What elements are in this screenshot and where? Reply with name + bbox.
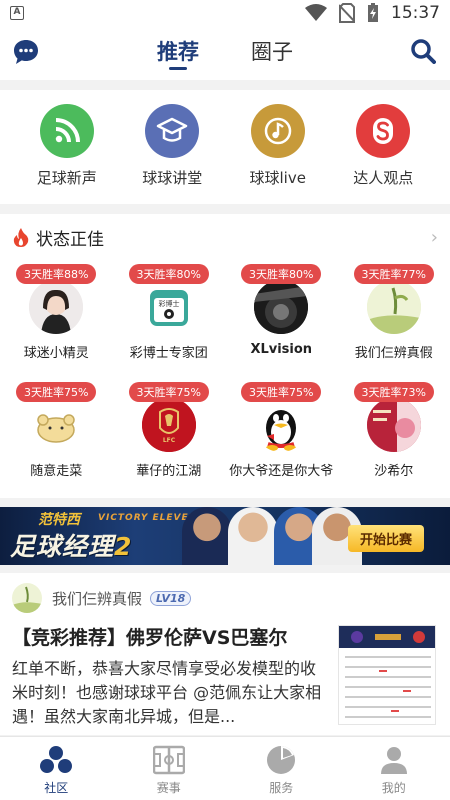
app-notification-icon: A [10, 6, 24, 20]
shortcut-label: 达人观点 [353, 169, 414, 187]
banner-player-image [228, 507, 278, 565]
user-icon [380, 747, 407, 774]
community-icon [40, 746, 73, 773]
section-title: 状态正佳 [36, 229, 104, 250]
banner-top-text: 范特西 [38, 512, 80, 528]
avatar [254, 280, 309, 334]
user-name: 華仔的江湖 [136, 464, 202, 479]
win-rate-badge: 3天胜率80% [241, 264, 322, 284]
top-tabs: 推荐 圈子 [0, 26, 450, 80]
banner-sub-text: VICTORY ELEVEN [98, 513, 198, 523]
shortcut-row: 足球新声 球球讲堂 球球live 达人观点 [0, 90, 450, 204]
nav-profile[interactable]: 我的 [338, 737, 450, 800]
avatar [29, 398, 84, 452]
user-name: 球迷小精灵 [23, 346, 89, 361]
post-title: 【竞彩推荐】佛罗伦萨VS巴塞尔 [12, 627, 288, 649]
user-name: XLvision [250, 342, 313, 357]
post-author-name: 我们仨辨真假 [52, 589, 143, 608]
svg-text:LFC: LFC [163, 437, 176, 444]
avatar [12, 583, 42, 613]
hot-user-card[interactable]: 3天胜率75% LFC 華仔的江湖 [113, 378, 226, 496]
user-name: 我们仨辨真假 [354, 346, 433, 361]
nav-label: 赛事 [156, 781, 181, 795]
start-game-button[interactable]: 开始比赛 [347, 525, 424, 552]
nav-label: 社区 [44, 781, 69, 795]
shortcut-label: 足球新声 [36, 169, 97, 187]
hot-user-card[interactable]: 3天胜率75% 随意走菜 [0, 378, 113, 496]
tab-recommend[interactable]: 推荐 [157, 26, 199, 80]
user-name: 随意走菜 [30, 464, 83, 479]
shortcut-expert-views[interactable]: 达人观点 [333, 90, 433, 204]
avatar [254, 398, 309, 452]
avatar: LFC [141, 398, 196, 452]
shortcut-lecture[interactable]: 球球讲堂 [122, 90, 222, 204]
search-icon[interactable] [410, 38, 436, 64]
banner-title-text: 足球经理 [10, 532, 115, 561]
hot-user-card[interactable]: 3天胜率88% 球迷小精灵 [0, 260, 113, 378]
nav-label: 我的 [381, 781, 406, 795]
status-time: 15:37 [391, 3, 440, 23]
hot-user-card[interactable]: 3天胜率73% 沙希尔 [338, 378, 450, 496]
avatar [366, 280, 421, 334]
nav-label: 服务 [269, 781, 294, 795]
win-rate-badge: 3天胜率75% [241, 382, 322, 402]
game-ad-banner[interactable]: 范特西 VICTORY ELEVEN 足球经理2 开始比赛 [0, 507, 450, 565]
banner-title: 足球经理2 [10, 527, 132, 563]
avatar: 彩博士 [141, 280, 196, 334]
wifi-icon [305, 4, 327, 21]
post-excerpt: 红单不断，恭喜大家尽情享受必发模型的收米时刻！也感谢球球平台 @范佩东让大家相遇… [12, 659, 322, 726]
bottom-navigation: 社区 赛事 服务 我的 [0, 736, 450, 800]
section-header[interactable]: 状态正佳 › [0, 214, 450, 260]
user-name: 你大爷还是你大爷 [229, 464, 334, 479]
shortcut-live[interactable]: 球球live [228, 90, 328, 204]
win-rate-badge: 3天胜率77% [353, 264, 434, 284]
nav-matches[interactable]: 赛事 [113, 737, 226, 800]
banner-player-image [182, 507, 232, 565]
fire-icon [13, 228, 29, 247]
avatar-label: 彩博士 [158, 299, 179, 308]
tab-circle[interactable]: 圈子 [251, 26, 293, 80]
post-author-row[interactable]: 我们仨辨真假 LV18 [12, 583, 192, 613]
post-thumbnail [338, 625, 436, 725]
battery-charging-icon [368, 3, 378, 22]
win-rate-badge: 3天胜率80% [128, 264, 209, 284]
shortcut-label: 球球live [249, 169, 306, 187]
hot-user-card[interactable]: 3天胜率80% XLvision [225, 260, 338, 378]
banner-title-number: 2 [114, 532, 133, 561]
chevron-right-icon[interactable]: › [431, 227, 438, 248]
user-name: 沙希尔 [374, 464, 414, 479]
shortcut-football-voice[interactable]: 足球新声 [17, 90, 117, 204]
hot-user-card[interactable]: 3天胜率75% 你大爷还是你大爷 [225, 378, 338, 496]
win-rate-badge: 3天胜率75% [16, 382, 97, 402]
nav-services[interactable]: 服务 [225, 737, 338, 800]
shortcut-label: 球球讲堂 [142, 169, 203, 187]
win-rate-badge: 3天胜率73% [353, 382, 434, 402]
status-bar: A 15:37 [0, 0, 450, 26]
level-badge: LV18 [150, 590, 192, 606]
pie-chart-icon [267, 746, 296, 774]
avatar [29, 280, 84, 334]
dollar-s-icon [356, 104, 411, 158]
no-sim-icon [339, 3, 355, 23]
graduation-cap-icon [145, 104, 200, 158]
rss-icon [39, 104, 94, 158]
hot-users-section: 状态正佳 › 3天胜率88% 球迷小精灵 3天胜率80% 彩博士 彩博士专家团 … [0, 214, 450, 498]
win-rate-badge: 3天胜率75% [128, 382, 209, 402]
hot-user-card[interactable]: 3天胜率80% 彩博士 彩博士专家团 [113, 260, 226, 378]
hot-user-card[interactable]: 3天胜率77% 我们仨辨真假 [338, 260, 450, 378]
win-rate-badge: 3天胜率88% [16, 264, 97, 284]
pitch-icon [152, 745, 185, 775]
user-name: 彩博士专家团 [129, 346, 208, 361]
avatar [366, 398, 421, 452]
nav-community[interactable]: 社区 [0, 737, 113, 800]
top-header: 推荐 圈子 [0, 26, 450, 80]
post-card[interactable]: 我们仨辨真假 LV18 【竞彩推荐】佛罗伦萨VS巴塞尔 红单不断，恭喜大家尽情享… [0, 573, 450, 735]
music-note-icon [250, 104, 305, 158]
hot-users-grid: 3天胜率88% 球迷小精灵 3天胜率80% 彩博士 彩博士专家团 3天胜率80%… [0, 260, 450, 496]
